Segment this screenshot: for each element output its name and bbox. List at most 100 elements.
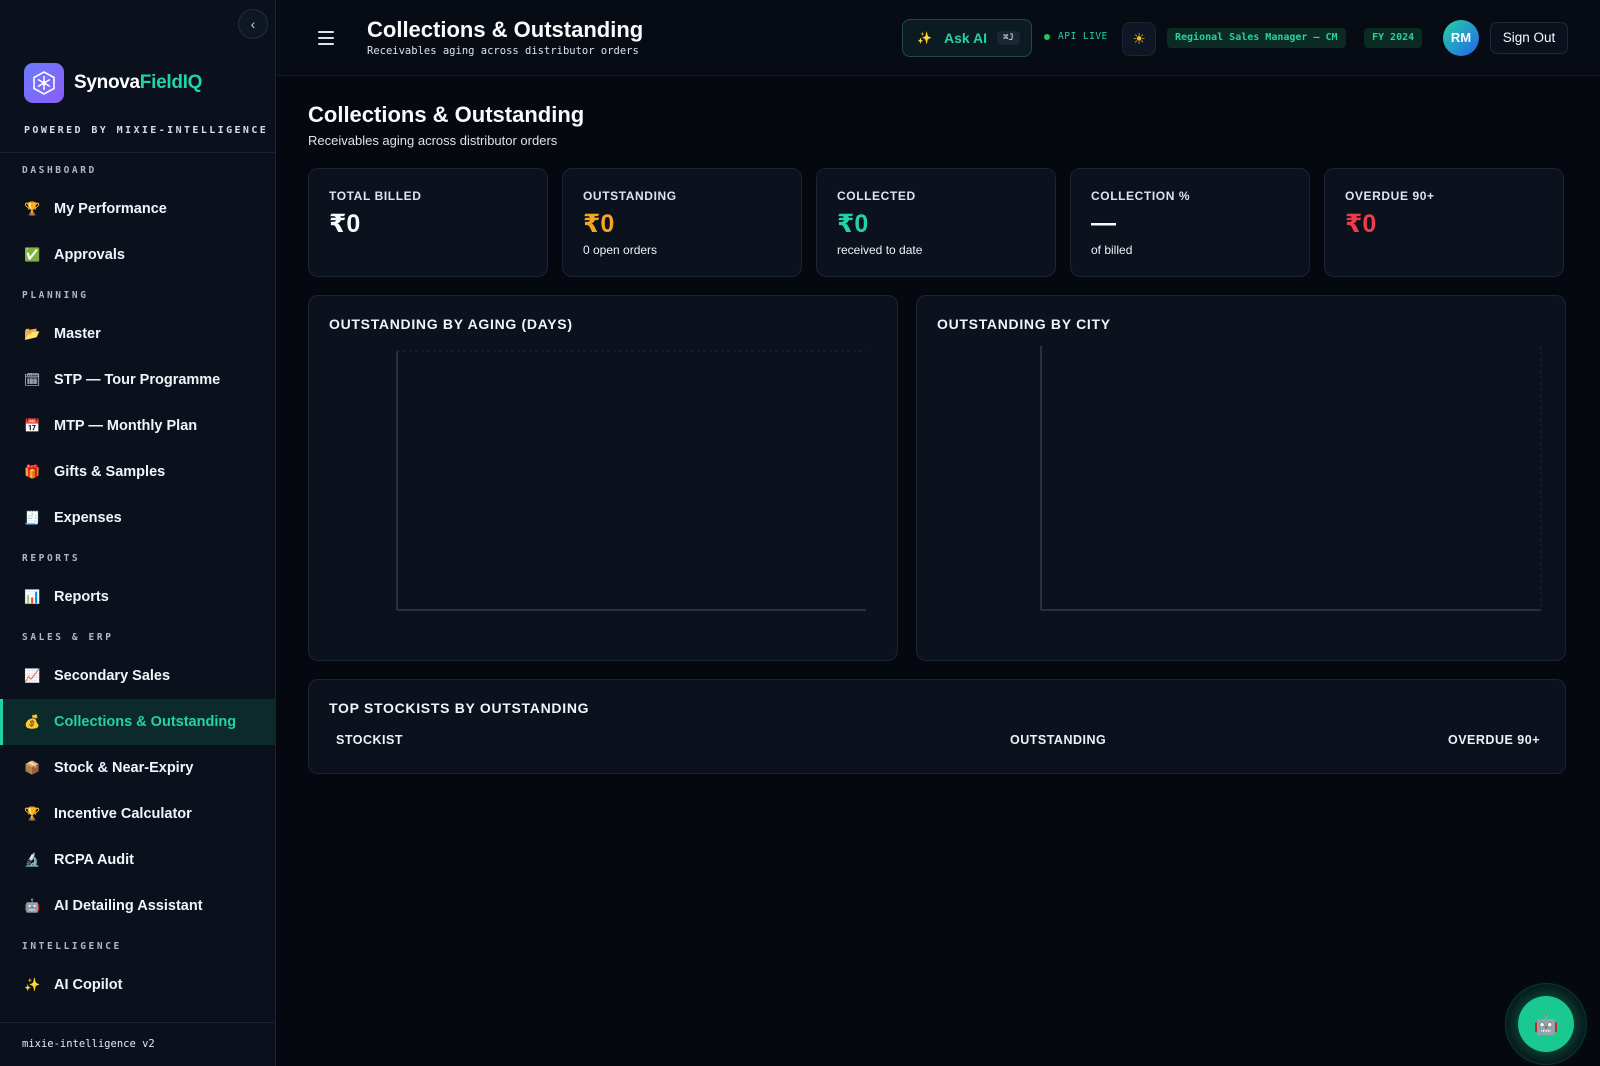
sidebar-item-label: Gifts & Samples xyxy=(54,464,166,480)
collapse-sidebar-button[interactable]: ‹ xyxy=(238,9,268,39)
trend-chart-icon: 📈 xyxy=(24,668,41,683)
sidebar-item-ai-copilot[interactable]: ✨ AI Copilot xyxy=(0,962,276,1008)
kpi-card-overdue-90: OVERDUE 90+ ₹0 xyxy=(1324,168,1564,277)
page-title: Collections & Outstanding xyxy=(308,102,585,127)
trophy-icon: 🏆 xyxy=(24,806,41,821)
sidebar-item-label: Collections & Outstanding xyxy=(54,714,237,730)
role-badge: Regional Sales Manager — CM xyxy=(1167,28,1346,48)
brand-logo-icon xyxy=(24,63,64,103)
kpi-note: received to date xyxy=(837,243,923,257)
sidebar-item-my-performance[interactable]: 🏆 My Performance xyxy=(0,186,276,232)
gift-icon: 🎁 xyxy=(24,464,41,479)
menu-icon[interactable] xyxy=(318,31,334,45)
sidebar-item-incentive-calculator[interactable]: 🏆 Incentive Calculator xyxy=(0,791,276,837)
sun-icon: ☀ xyxy=(1132,31,1146,48)
sidebar-divider xyxy=(0,152,276,153)
brand-name-accent: FieldIQ xyxy=(139,72,203,93)
sidebar-item-label: AI Detailing Assistant xyxy=(54,898,203,914)
check-box-icon: ✅ xyxy=(24,247,41,262)
sidebar-item-gifts-samples[interactable]: 🎁 Gifts & Samples xyxy=(0,449,276,495)
column-header-outstanding[interactable]: OUTSTANDING xyxy=(1010,733,1106,747)
status-dot-icon xyxy=(1044,33,1050,40)
ai-assistant-fab[interactable]: 🤖 xyxy=(1505,983,1587,1065)
sidebar-item-label: Master xyxy=(54,326,101,342)
calendar-icon: 🗓 xyxy=(24,372,41,387)
kpi-label: COLLECTED xyxy=(837,189,916,203)
brand[interactable]: SynovaFieldIQ xyxy=(24,63,202,103)
robot-icon: 🤖 xyxy=(24,898,41,913)
brand-tagline: POWERED BY MIXIE-INTELLIGENCE xyxy=(24,125,269,136)
api-status-label: API LIVE xyxy=(1058,31,1108,42)
kpi-card-total-billed: TOTAL BILLED ₹0 xyxy=(308,168,548,277)
chart-panel-aging: OUTSTANDING BY AGING (DAYS) xyxy=(308,295,898,661)
sparkles-icon: ✨ xyxy=(917,31,932,45)
sidebar-footer-version: mixie-intelligence v2 xyxy=(22,1038,155,1050)
api-status: API LIVE xyxy=(1044,31,1108,42)
top-stockists-table: TOP STOCKISTS BY OUTSTANDING xyxy=(308,679,1566,774)
sidebar-item-label: Expenses xyxy=(54,510,122,526)
sidebar-item-label: My Performance xyxy=(54,201,167,217)
sidebar-item-mtp-monthly-plan[interactable]: 📅 MTP — Monthly Plan xyxy=(0,403,276,449)
top-bar: Collections & Outstanding Receivables ag… xyxy=(277,0,1600,76)
kpi-value: ₹0 xyxy=(837,210,869,238)
sidebar-item-approvals[interactable]: ✅ Approvals xyxy=(0,232,276,278)
sparkles-icon: ✨ xyxy=(24,977,41,992)
calendar-date-icon: 📅 xyxy=(24,418,41,433)
theme-toggle-button[interactable]: ☀ xyxy=(1122,22,1156,56)
kpi-value: ₹0 xyxy=(583,210,615,238)
sidebar-section-label: REPORTS xyxy=(22,553,81,564)
trophy-icon: 🏆 xyxy=(24,201,41,216)
sidebar-item-expenses[interactable]: 🧾 Expenses xyxy=(0,495,276,541)
kpi-label: OVERDUE 90+ xyxy=(1345,189,1435,203)
kpi-card-collection-percent: COLLECTION % — of billed xyxy=(1070,168,1310,277)
avatar[interactable]: RM xyxy=(1443,20,1479,56)
kpi-card-outstanding: OUTSTANDING ₹0 0 open orders xyxy=(562,168,802,277)
sign-out-button[interactable]: Sign Out xyxy=(1490,22,1568,54)
money-bag-icon: 💰 xyxy=(24,714,41,729)
column-header-overdue-90[interactable]: OVERDUE 90+ xyxy=(1448,733,1540,747)
fiscal-year-badge: FY 2024 xyxy=(1364,28,1423,48)
ask-ai-shortcut: ⌘J xyxy=(997,31,1020,45)
sidebar-item-stp-tour-programme[interactable]: 🗓 STP — Tour Programme xyxy=(0,357,276,403)
sidebar-item-stock-near-expiry[interactable]: 📦 Stock & Near-Expiry xyxy=(0,745,276,791)
topbar-title: Collections & Outstanding xyxy=(367,17,644,42)
kpi-note: of billed xyxy=(1091,243,1133,257)
sidebar-item-label: Reports xyxy=(54,589,109,605)
kpi-note: 0 open orders xyxy=(583,243,658,257)
bar-chart-icon: 📊 xyxy=(24,589,41,604)
kpi-label: COLLECTION % xyxy=(1091,189,1191,203)
aging-chart xyxy=(396,350,866,611)
sidebar-item-label: STP — Tour Programme xyxy=(54,372,221,388)
sidebar-item-rcpa-audit[interactable]: 🔬 RCPA Audit xyxy=(0,837,276,883)
sidebar-section-label: DASHBOARD xyxy=(22,165,97,176)
kpi-value: ₹0 xyxy=(1345,210,1377,238)
sidebar-section-label: INTELLIGENCE xyxy=(22,941,122,952)
kpi-value: ₹0 xyxy=(329,210,361,238)
kpi-label: OUTSTANDING xyxy=(583,189,677,203)
column-header-stockist[interactable]: STOCKIST xyxy=(336,733,403,747)
ask-ai-button[interactable]: ✨ Ask AI ⌘J xyxy=(902,19,1032,57)
sidebar-item-secondary-sales[interactable]: 📈 Secondary Sales xyxy=(0,653,276,699)
brand-name: SynovaFieldIQ xyxy=(74,72,202,94)
sidebar-item-label: Stock & Near-Expiry xyxy=(54,760,194,776)
fab-button[interactable]: 🤖 xyxy=(1518,996,1574,1052)
receipt-icon: 🧾 xyxy=(24,510,41,525)
page-subtitle: Receivables aging across distributor ord… xyxy=(308,133,558,148)
sidebar-item-label: Approvals xyxy=(54,247,125,263)
sidebar: ‹ SynovaFieldIQ POWERED BY MIXIE-INTELLI… xyxy=(0,0,276,1066)
sidebar-item-master[interactable]: 📂 Master xyxy=(0,311,276,357)
sidebar-item-reports[interactable]: 📊 Reports xyxy=(0,574,276,620)
sidebar-item-label: AI Copilot xyxy=(54,977,123,993)
table-title: TOP STOCKISTS BY OUTSTANDING xyxy=(329,700,590,716)
package-icon: 📦 xyxy=(24,760,41,775)
sidebar-section-label: PLANNING xyxy=(22,290,89,301)
sidebar-item-label: RCPA Audit xyxy=(54,852,135,868)
kpi-value: — xyxy=(1091,209,1116,237)
ask-ai-label: Ask AI xyxy=(943,30,988,46)
microscope-icon: 🔬 xyxy=(24,852,41,867)
kpi-label: TOTAL BILLED xyxy=(329,189,422,203)
brand-name-main: Synova xyxy=(74,72,140,93)
sidebar-item-ai-detailing-assistant[interactable]: 🤖 AI Detailing Assistant xyxy=(0,883,276,929)
kpi-card-collected: COLLECTED ₹0 received to date xyxy=(816,168,1056,277)
sidebar-item-collections-outstanding[interactable]: 💰 Collections & Outstanding xyxy=(0,699,276,745)
